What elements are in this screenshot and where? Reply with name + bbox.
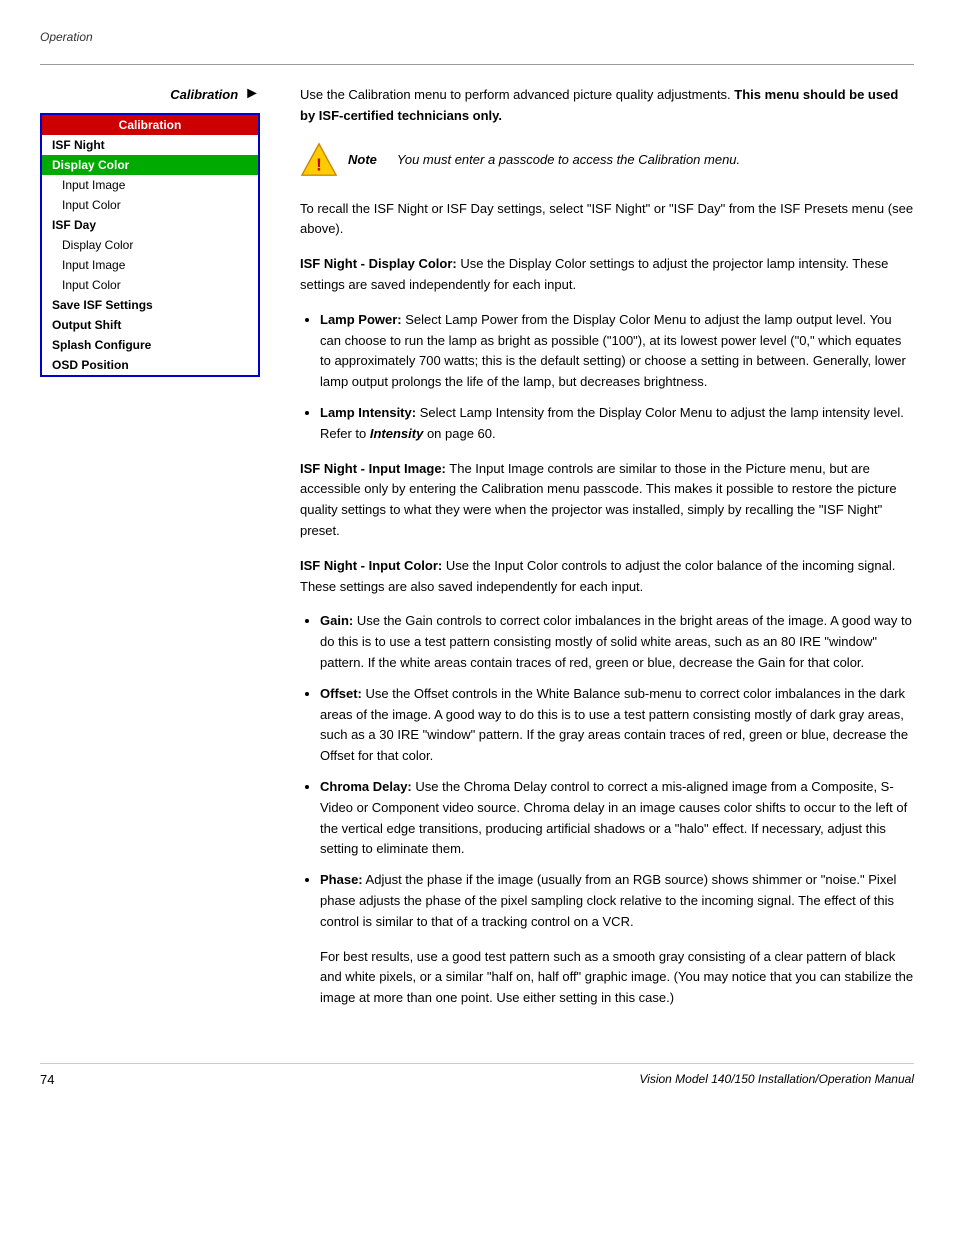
bullet-offset: Offset: Use the Offset controls in the W… [320, 684, 914, 767]
note-label: Note [348, 152, 377, 167]
left-column: Calibration ► Calibration ISF Night Disp… [40, 85, 280, 1023]
warning-triangle-icon: ! [300, 141, 338, 179]
note-box: ! Note You must enter a passcode to acce… [300, 141, 914, 179]
note-row: ! Note You must enter a passcode to acce… [300, 141, 740, 179]
arrow-right-icon: ► [244, 85, 260, 103]
menu-item-display-color-day[interactable]: Display Color [42, 235, 258, 255]
bullet-gain: Gain: Use the Gain controls to correct c… [320, 611, 914, 673]
page-number: 74 [40, 1072, 54, 1087]
calibration-menu: Calibration ISF Night Display Color Inpu… [40, 113, 260, 377]
offset-text: Use the Offset controls in the White Bal… [320, 686, 908, 763]
page-footer: 74 Vision Model 140/150 Installation/Ope… [40, 1063, 914, 1087]
display-color-bullets: Lamp Power: Select Lamp Power from the D… [320, 310, 914, 445]
menu-item-splash-configure[interactable]: Splash Configure [42, 335, 258, 355]
lamp-power-text: Select Lamp Power from the Display Color… [320, 312, 906, 389]
menu-item-isf-night[interactable]: ISF Night [42, 135, 258, 155]
isf-night-input-color-heading: ISF Night - Input Color: [300, 558, 442, 573]
operation-label: Operation [40, 30, 914, 44]
phase-term: Phase: [320, 872, 363, 887]
main-content: Calibration ► Calibration ISF Night Disp… [40, 85, 914, 1023]
lamp-intensity-term: Lamp Intensity: [320, 405, 416, 420]
lamp-power-term: Lamp Power: [320, 312, 402, 327]
calibration-section-label: Calibration [170, 87, 238, 102]
menu-item-input-color-day[interactable]: Input Color [42, 275, 258, 295]
menu-item-input-color-night[interactable]: Input Color [42, 195, 258, 215]
note-text: You must enter a passcode to access the … [397, 150, 740, 170]
menu-item-display-color-night[interactable]: Display Color [42, 155, 258, 175]
isf-night-display-color-heading: ISF Night - Display Color: [300, 256, 457, 271]
recall-text: To recall the ISF Night or ISF Day setti… [300, 199, 914, 241]
offset-term: Offset: [320, 686, 362, 701]
calibration-arrow: Calibration ► [40, 85, 260, 103]
intro-text-normal: Use the Calibration menu to perform adva… [300, 87, 731, 102]
intensity-link[interactable]: Intensity [370, 426, 423, 441]
isf-night-input-image-heading: ISF Night - Input Image: [300, 461, 446, 476]
isf-night-input-color-section: ISF Night - Input Color: Use the Input C… [300, 556, 914, 598]
phase-extra-text: For best results, use a good test patter… [320, 947, 914, 1009]
menu-item-save-isf[interactable]: Save ISF Settings [42, 295, 258, 315]
input-color-bullets: Gain: Use the Gain controls to correct c… [320, 611, 914, 932]
menu-item-isf-day[interactable]: ISF Day [42, 215, 258, 235]
page-wrapper: Operation Calibration ► Calibration ISF … [0, 0, 954, 1235]
isf-night-display-color-section: ISF Night - Display Color: Use the Displ… [300, 254, 914, 296]
chroma-delay-term: Chroma Delay: [320, 779, 412, 794]
menu-item-output-shift[interactable]: Output Shift [42, 315, 258, 335]
lamp-intensity-page: on page 60. [427, 426, 496, 441]
isf-night-input-image-section: ISF Night - Input Image: The Input Image… [300, 459, 914, 542]
right-column: Use the Calibration menu to perform adva… [280, 85, 914, 1023]
footer-title: Vision Model 140/150 Installation/Operat… [639, 1072, 914, 1086]
top-divider [40, 64, 914, 65]
bullet-phase: Phase: Adjust the phase if the image (us… [320, 870, 914, 932]
bullet-chroma-delay: Chroma Delay: Use the Chroma Delay contr… [320, 777, 914, 860]
menu-item-input-image-day[interactable]: Input Image [42, 255, 258, 275]
phase-text: Adjust the phase if the image (usually f… [320, 872, 896, 929]
gain-term: Gain: [320, 613, 353, 628]
menu-header: Calibration [42, 115, 258, 135]
gain-text: Use the Gain controls to correct color i… [320, 613, 912, 670]
intro-text: Use the Calibration menu to perform adva… [300, 85, 914, 127]
svg-text:!: ! [316, 155, 322, 174]
menu-item-input-image-night[interactable]: Input Image [42, 175, 258, 195]
bullet-lamp-intensity: Lamp Intensity: Select Lamp Intensity fr… [320, 403, 914, 445]
menu-item-osd-position[interactable]: OSD Position [42, 355, 258, 375]
bullet-lamp-power: Lamp Power: Select Lamp Power from the D… [320, 310, 914, 393]
